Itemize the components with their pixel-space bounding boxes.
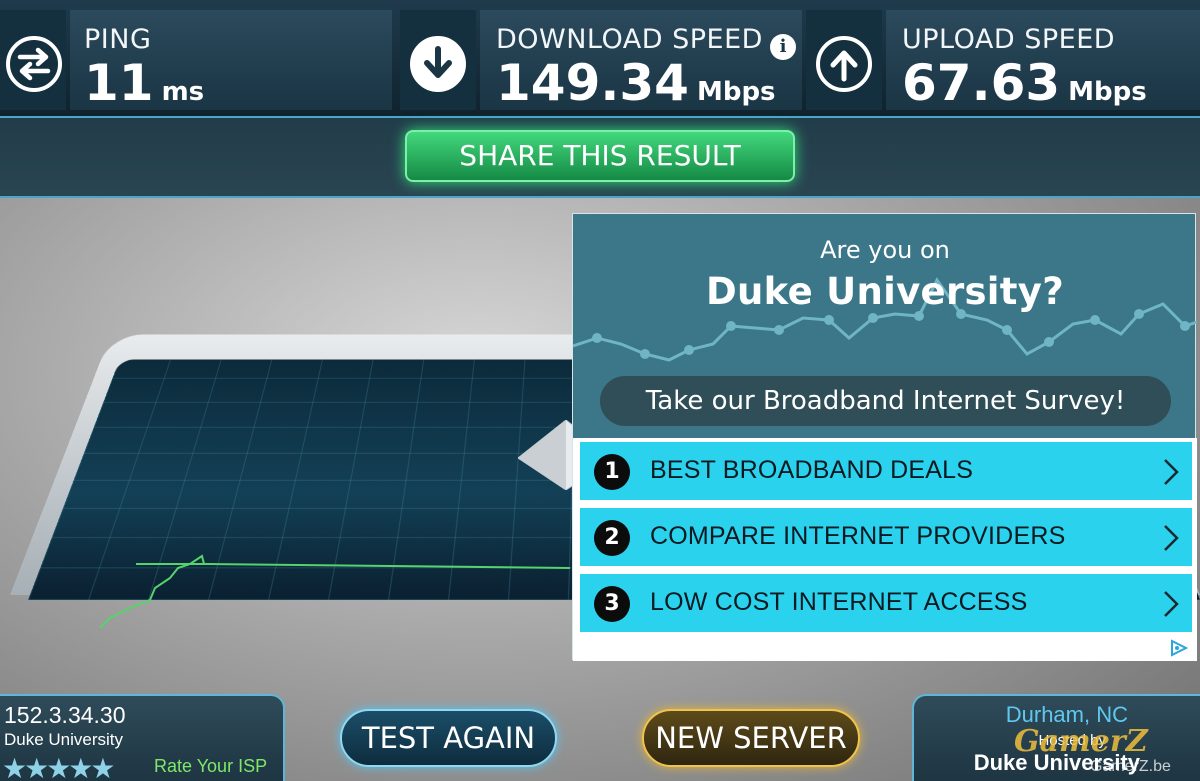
download-value: 149.34 Mbps	[496, 54, 776, 112]
ping-panel: PING 11 ms	[70, 10, 392, 112]
download-panel: DOWNLOAD SPEED i 149.34 Mbps	[480, 10, 802, 112]
ad-link-list: 1 BEST BROADBAND DEALS 2 COMPARE INTERNE…	[573, 438, 1197, 661]
download-number: 149.34	[496, 54, 689, 112]
ad-link-2[interactable]: 2 COMPARE INTERNET PROVIDERS	[580, 508, 1192, 566]
ping-unit: ms	[161, 77, 205, 107]
ad-kicker-text: Are you on	[820, 236, 950, 264]
isp-info: 152.3.34.30 Duke University ★★★★★ Rate Y…	[0, 694, 285, 781]
download-label: DOWNLOAD SPEED	[496, 24, 763, 55]
ad-link-number: 2	[594, 520, 630, 556]
test-again-button[interactable]: TEST AGAIN	[340, 709, 557, 767]
isp-rating-stars[interactable]: ★★★★★	[2, 752, 116, 781]
download-unit: Mbps	[696, 77, 776, 107]
share-result-button[interactable]: SHARE THIS RESULT	[405, 130, 795, 182]
isp-survey-ad[interactable]: Are you on Duke University? Take our Bro…	[572, 213, 1197, 661]
ad-link-label: COMPARE INTERNET PROVIDERS	[650, 522, 1066, 550]
upload-stat: UPLOAD SPEED 67.63 Mbps	[806, 10, 1200, 112]
chevron-right-icon	[1164, 459, 1179, 485]
ad-headline: Duke University?	[706, 270, 1064, 313]
upload-panel: UPLOAD SPEED 67.63 Mbps	[886, 10, 1200, 112]
speed-history-line	[99, 554, 571, 629]
adchoices-icon[interactable]	[1169, 639, 1189, 657]
download-icon-box	[400, 10, 476, 110]
ping-stat: PING 11 ms	[0, 10, 392, 112]
rate-isp-link[interactable]: Rate Your ISP	[154, 756, 267, 777]
ping-arrows-icon	[6, 36, 62, 92]
download-stat: DOWNLOAD SPEED i 149.34 Mbps	[398, 10, 802, 112]
ping-icon-box	[0, 10, 66, 110]
upload-value: 67.63 Mbps	[902, 54, 1147, 112]
ad-link-label: LOW COST INTERNET ACCESS	[650, 588, 1028, 616]
ping-label: PING	[84, 24, 152, 55]
upload-icon-box	[806, 10, 882, 110]
upload-label: UPLOAD SPEED	[902, 24, 1116, 55]
download-arrow-icon	[410, 36, 466, 92]
upload-arrow-icon	[816, 36, 872, 92]
upload-number: 67.63	[902, 54, 1061, 112]
ad-link-label: BEST BROADBAND DEALS	[650, 456, 974, 484]
ad-link-1[interactable]: 1 BEST BROADBAND DEALS	[580, 442, 1192, 500]
ping-number: 11	[84, 54, 154, 112]
ad-link-3[interactable]: 3 LOW COST INTERNET ACCESS	[580, 574, 1192, 632]
survey-button[interactable]: Take our Broadband Internet Survey!	[600, 376, 1171, 426]
ip-address: 152.3.34.30	[4, 702, 126, 728]
ad-link-number: 3	[594, 586, 630, 622]
chevron-right-icon	[1164, 525, 1179, 551]
results-header: PING 11ms DOWNLOAD SPEED i 149.34Mbps	[0, 0, 1200, 118]
share-strip: SHARE THIS RESULT	[0, 118, 1200, 198]
isp-name: Duke University	[4, 730, 124, 749]
watermark-url: GamerZ.be	[1090, 758, 1171, 775]
watermark-logo: GamerZ	[1014, 724, 1148, 759]
ad-link-number: 1	[594, 454, 630, 490]
new-server-button[interactable]: NEW SERVER	[642, 709, 860, 767]
upload-unit: Mbps	[1068, 77, 1147, 107]
chevron-right-icon	[1164, 591, 1179, 617]
ping-value: 11 ms	[84, 54, 204, 112]
